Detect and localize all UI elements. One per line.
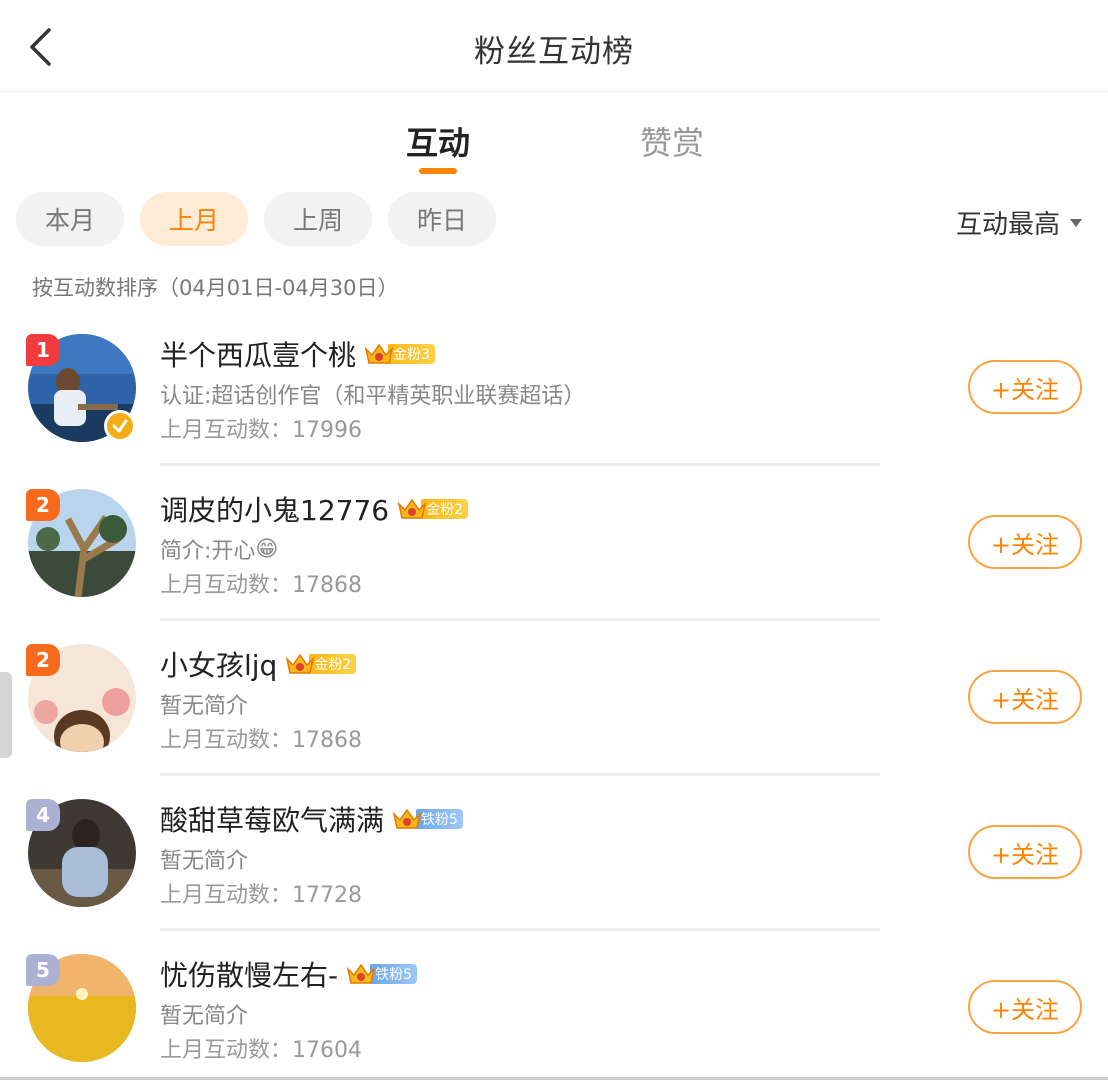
crown-icon xyxy=(397,496,427,522)
sort-dropdown[interactable]: 互动最高 xyxy=(956,204,1082,241)
sort-label: 互动最高 xyxy=(955,210,1060,240)
user-name[interactable]: 小女孩ljq xyxy=(160,644,277,684)
user-name[interactable]: 酸甜草莓欧气满满 xyxy=(160,799,384,839)
list-item[interactable]: 2 小女孩ljq 金粉2 暂无简介 上月互动数：17868 +关注 xyxy=(0,620,1108,776)
list-item[interactable]: 5 忧伤散慢左右- 铁粉5 暂无简介 上月互动数：17604 +关注 xyxy=(0,930,1108,1080)
grin-emoji-icon: 😁 xyxy=(255,536,279,562)
follow-button[interactable]: +关注 xyxy=(968,825,1082,879)
list-item[interactable]: 2 调皮的小鬼12776 金粉2 简介:开心 😁 上月互动数：17868 +关注 xyxy=(0,465,1108,621)
filter-yesterday[interactable]: 昨日 xyxy=(388,192,496,246)
rank-badge: 5 xyxy=(26,954,60,986)
rank-badge: 4 xyxy=(26,799,60,831)
fan-list: 1 半个西瓜壹个桃 金粉3 认证:超话创作官（和平精英职业联赛超话） 上月互动数… xyxy=(0,310,1108,1080)
user-bio: 暂无简介 xyxy=(160,694,249,719)
crown-icon xyxy=(285,651,315,677)
user-bio: 认证:超话创作官（和平精英职业联赛超话） xyxy=(160,384,586,409)
crown-icon xyxy=(346,961,376,987)
fan-level-badge: 金粉3 xyxy=(364,342,435,366)
user-name[interactable]: 半个西瓜壹个桃 xyxy=(160,334,356,374)
follow-button[interactable]: +关注 xyxy=(968,515,1082,569)
fan-level-badge: 金粉2 xyxy=(397,497,468,521)
caret-down-icon xyxy=(1070,218,1082,227)
follow-button[interactable]: +关注 xyxy=(968,360,1082,414)
verified-icon xyxy=(104,410,136,442)
list-item[interactable]: 4 酸甜草莓欧气满满 铁粉5 暂无简介 上月互动数：17728 +关注 xyxy=(0,775,1108,931)
filter-last-week[interactable]: 上周 xyxy=(264,192,372,246)
page-title: 粉丝互动榜 xyxy=(474,34,634,70)
interaction-count: 上月互动数：17996 xyxy=(160,418,362,443)
period-filters: 本月 上月 上周 昨日 xyxy=(16,192,496,246)
rank-badge: 2 xyxy=(26,489,60,521)
fan-level-badge: 铁粉5 xyxy=(392,807,463,831)
interaction-count: 上月互动数：17868 xyxy=(160,573,362,598)
interaction-count: 上月互动数：17604 xyxy=(160,1038,362,1063)
fan-level-badge: 铁粉5 xyxy=(346,961,418,987)
user-name[interactable]: 调皮的小鬼12776 xyxy=(160,489,389,529)
rank-badge: 2 xyxy=(26,644,60,676)
crown-icon xyxy=(364,341,394,367)
rank-badge: 1 xyxy=(26,334,60,366)
top-bar: 粉丝互动榜 xyxy=(0,0,1108,92)
follow-button[interactable]: +关注 xyxy=(968,670,1082,724)
interaction-count: 上月互动数：17868 xyxy=(160,728,362,753)
active-tab-indicator xyxy=(419,168,457,174)
floating-side-handle[interactable] xyxy=(0,672,12,758)
user-name[interactable]: 忧伤散慢左右- xyxy=(160,954,338,994)
filter-this-month[interactable]: 本月 xyxy=(16,192,124,246)
tab-bar: 互动 赞赏 xyxy=(0,112,1108,182)
user-bio: 简介:开心 😁 xyxy=(160,536,279,565)
interaction-count: 上月互动数：17728 xyxy=(160,883,362,908)
list-item[interactable]: 1 半个西瓜壹个桃 金粉3 认证:超话创作官（和平精英职业联赛超话） 上月互动数… xyxy=(0,310,1108,466)
follow-button[interactable]: +关注 xyxy=(968,980,1082,1034)
user-bio: 暂无简介 xyxy=(160,849,249,874)
fan-level-badge: 金粉2 xyxy=(285,651,357,677)
filter-last-month[interactable]: 上月 xyxy=(140,192,248,246)
tab-reward[interactable]: 赞赏 xyxy=(640,118,704,164)
user-bio: 暂无简介 xyxy=(160,1004,249,1029)
tab-interaction[interactable]: 互动 xyxy=(406,118,470,164)
sort-description: 按互动数排序（04月01日-04月30日） xyxy=(32,276,399,300)
crown-icon xyxy=(392,806,422,832)
